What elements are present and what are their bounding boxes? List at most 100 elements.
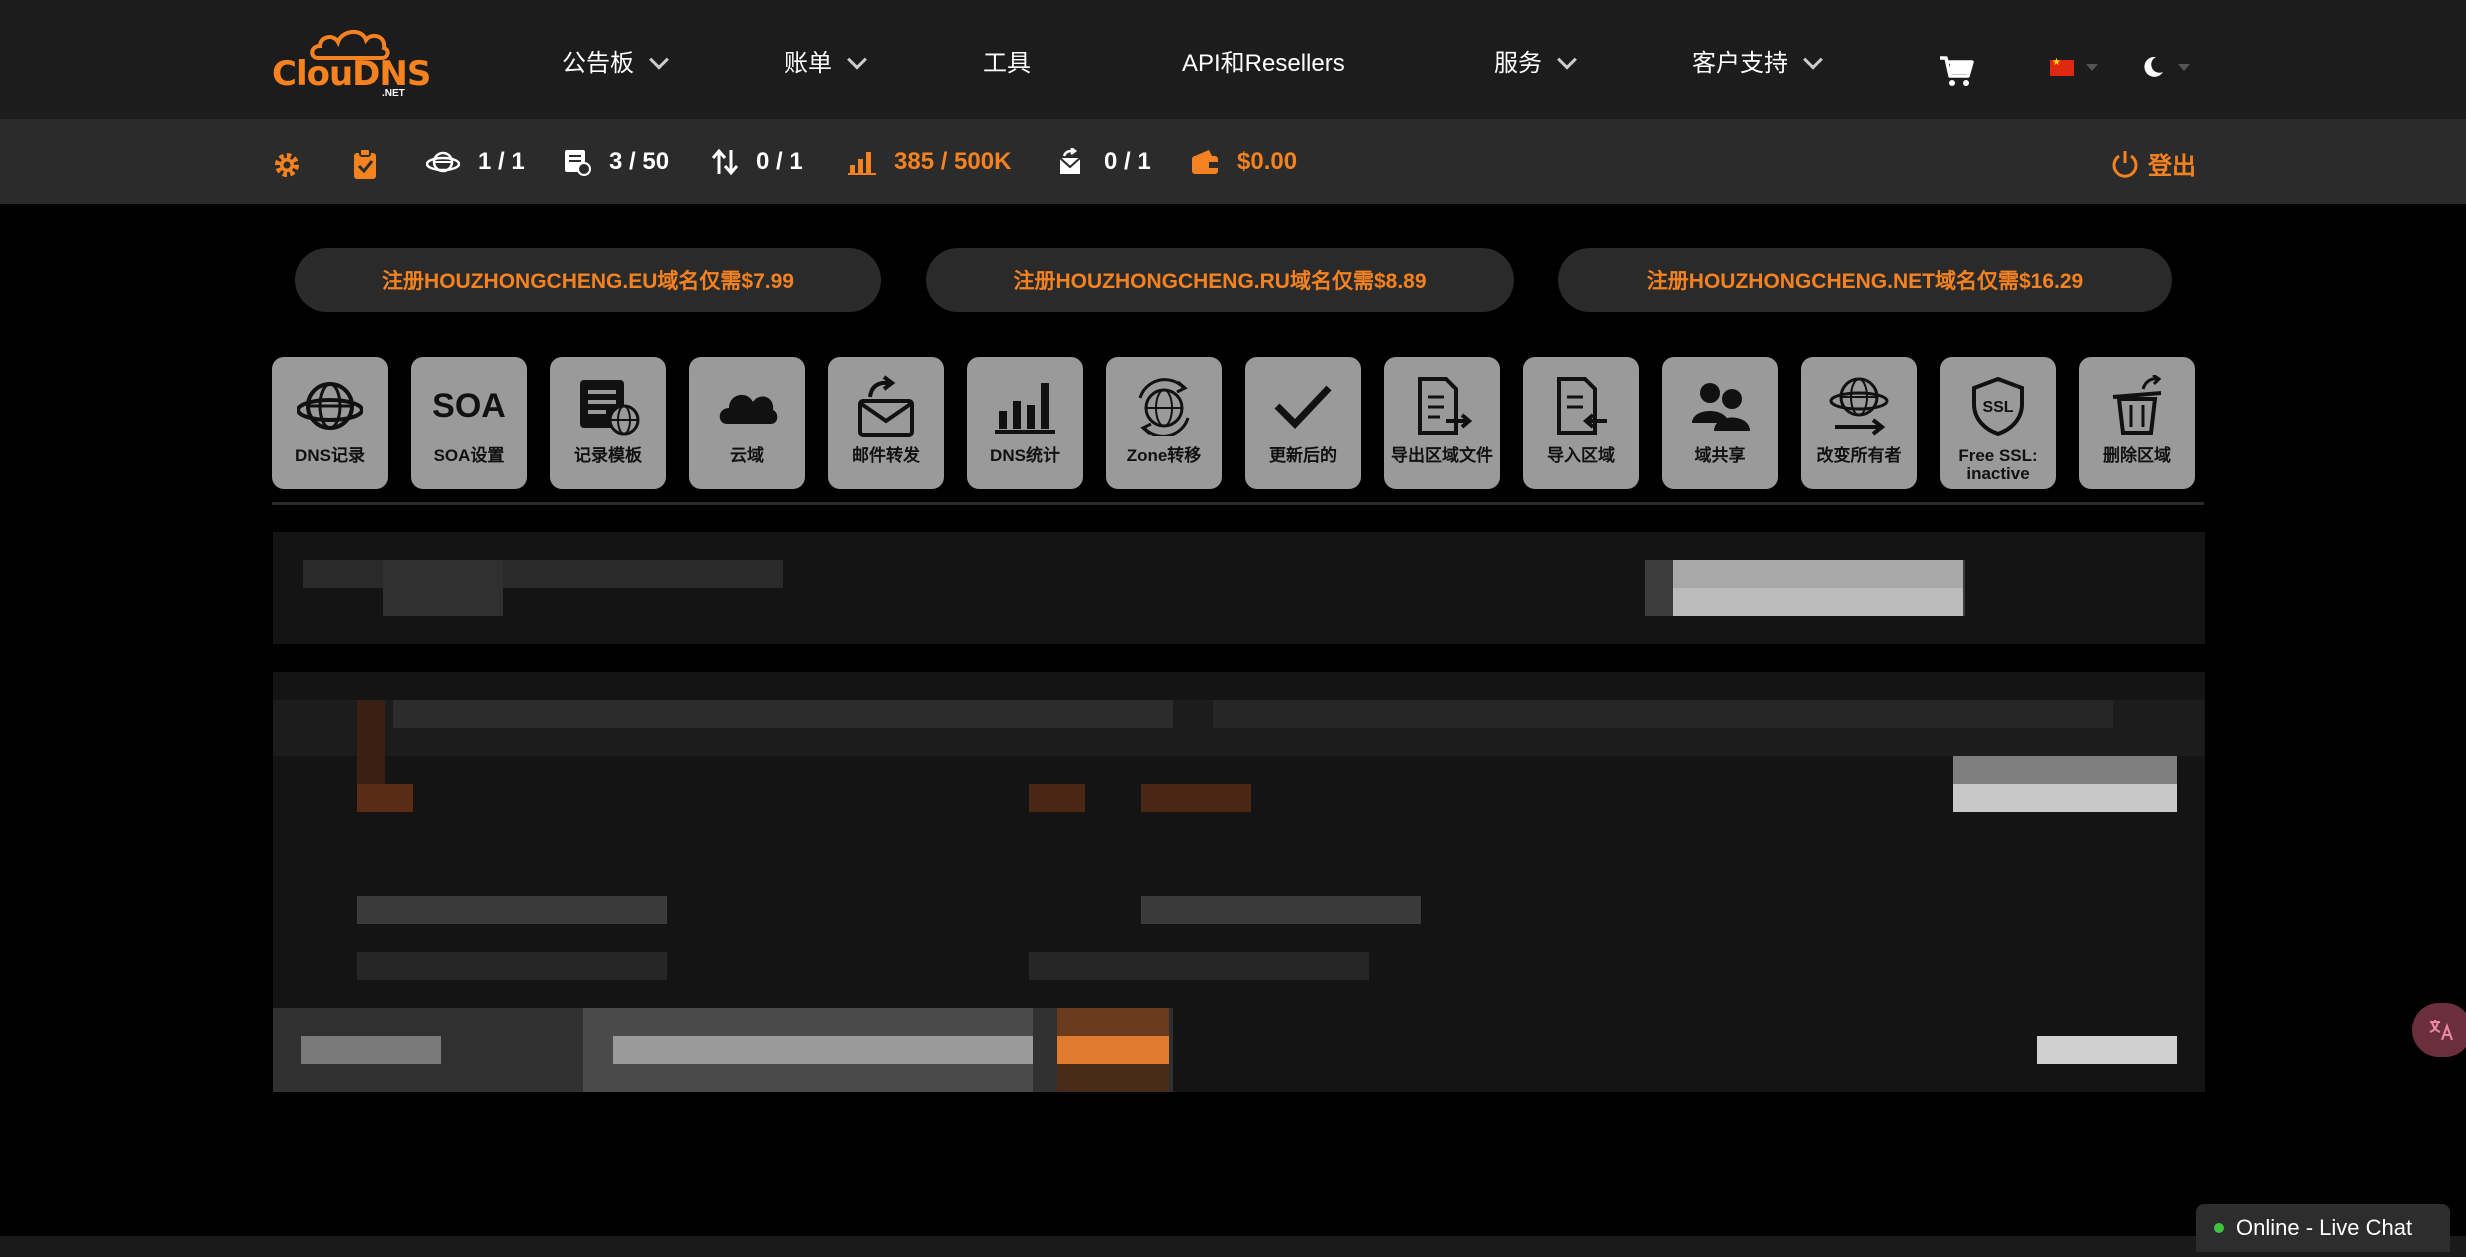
- bar-chart-icon: [995, 383, 1055, 434]
- tool-domain-sharing[interactable]: 域共享: [1662, 357, 1778, 489]
- tool-import-zone[interactable]: 导入区域: [1523, 357, 1639, 489]
- nav-billing[interactable]: 账单: [784, 49, 867, 77]
- tool-label: 导入区域: [1547, 446, 1615, 465]
- logout-button[interactable]: 登出: [2110, 146, 2196, 181]
- live-chat-label: Online - Live Chat: [2236, 1215, 2413, 1240]
- globe-icon: [426, 151, 460, 173]
- balance-amount: $0.00: [1237, 148, 1298, 175]
- tool-label: 改变所有者: [1816, 446, 1902, 465]
- tool-delete-zone[interactable]: 删除区域: [2079, 357, 2195, 489]
- chevron-down-icon: [1557, 49, 1577, 70]
- records-icon: [565, 150, 591, 176]
- chevron-down-icon: [649, 49, 669, 70]
- tool-label: 域共享: [1694, 446, 1746, 465]
- tool-export-zone-file[interactable]: 导出区域文件: [1384, 357, 1500, 489]
- promo-ru-domain[interactable]: 注册HOUZHONGCHENG.RU域名仅需$8.89: [926, 248, 1514, 312]
- power-icon: [2112, 150, 2138, 178]
- mail-forward-icon: [1059, 148, 1081, 174]
- records-count: 3 / 50: [609, 148, 670, 175]
- china-flag-icon[interactable]: [2050, 57, 2074, 76]
- trash-icon: [2112, 375, 2162, 435]
- chevron-down-icon[interactable]: [2086, 64, 2098, 71]
- tool-mail-forwarding[interactable]: 邮件转发: [828, 357, 944, 489]
- template-icon: [580, 380, 640, 436]
- tool-label: DNS记录: [295, 446, 365, 465]
- tool-cloud-domain[interactable]: 云域: [689, 357, 805, 489]
- tool-dns-statistics[interactable]: DNS统计: [967, 357, 1083, 489]
- logo-wordmark: ClouDNS: [272, 54, 431, 94]
- bottom-scrollbar[interactable]: [0, 1236, 2466, 1257]
- translate-button[interactable]: [2412, 1003, 2466, 1057]
- tool-change-owner[interactable]: 改变所有者: [1801, 357, 1917, 489]
- tool-label: 邮件转发: [852, 446, 920, 465]
- live-chat-button[interactable]: Online - Live Chat: [2196, 1204, 2450, 1252]
- tool-label: 记录模板: [574, 446, 642, 465]
- change-owner-icon: [1829, 377, 1889, 436]
- translate-icon: [2429, 1020, 2453, 1041]
- nav-api-resellers[interactable]: API和Resellers: [1182, 52, 1345, 76]
- tool-label: 云域: [730, 446, 764, 465]
- nav-label: 账单: [784, 50, 832, 77]
- bar-chart-icon: [848, 152, 876, 175]
- clipboard-check-icon[interactable]: [352, 148, 378, 180]
- tool-zone-transfer[interactable]: Zone转移: [1106, 357, 1222, 489]
- tool-dns-records[interactable]: DNS记录: [272, 357, 388, 489]
- zone-records-table: [273, 672, 2205, 1092]
- globe-transfer-icon: [1138, 378, 1190, 436]
- nav-label: 客户支持: [1692, 50, 1788, 77]
- tool-label: Zone转移: [1126, 446, 1202, 465]
- soa-text-icon: SOA: [432, 386, 506, 425]
- gear-icon[interactable]: [272, 150, 302, 180]
- mail-forward-icon: [858, 375, 914, 437]
- tool-label: 删除区域: [2103, 446, 2171, 465]
- import-file-icon: [1557, 377, 1607, 435]
- nav-label: 工具: [983, 50, 1031, 77]
- ssl-shield-icon: SSL: [1972, 376, 2024, 436]
- nav-label: 公告板: [562, 50, 634, 77]
- nav-label: API和Resellers: [1182, 50, 1345, 77]
- chevron-down-icon: [1803, 49, 1823, 70]
- transfers-count: 0 / 1: [756, 148, 803, 175]
- queries-count: 385 / 500K: [894, 148, 1012, 175]
- tools-divider: [272, 502, 2204, 505]
- nav-label: 服务: [1494, 50, 1542, 77]
- chevron-down-icon: [847, 49, 867, 70]
- tool-label: DNS统计: [990, 446, 1060, 465]
- stat-zones: 1 / 1: [426, 148, 525, 176]
- tool-updated[interactable]: 更新后的: [1245, 357, 1361, 489]
- chevron-down-icon[interactable]: [2178, 64, 2190, 71]
- transfer-arrows-icon: [712, 148, 738, 176]
- checkmark-icon: [1274, 385, 1332, 430]
- moon-icon[interactable]: [2140, 54, 2166, 80]
- stat-records: 3 / 50: [563, 148, 669, 176]
- zone-header-panel: [273, 532, 2205, 644]
- users-icon: [1692, 383, 1750, 431]
- tool-label: 更新后的: [1269, 446, 1337, 465]
- tool-free-ssl[interactable]: SSL Free SSL: inactive: [1940, 357, 2056, 489]
- ssl-text: SSL: [1982, 399, 2013, 416]
- zones-count: 1 / 1: [478, 148, 525, 175]
- mail-forwards-count: 0 / 1: [1104, 148, 1151, 175]
- promo-eu-domain[interactable]: 注册HOUZHONGCHENG.EU域名仅需$7.99: [295, 248, 881, 312]
- tool-label: SOA设置: [433, 446, 505, 465]
- globe-icon: [297, 382, 363, 430]
- online-status-dot: [2214, 1223, 2224, 1233]
- logo-suffix: .NET: [382, 88, 405, 99]
- cloudns-logo[interactable]: ClouDNS .NET: [270, 28, 431, 99]
- cart-icon[interactable]: [1938, 52, 1974, 88]
- nav-support[interactable]: 客户支持: [1692, 49, 1823, 77]
- cloud-icon: [719, 394, 778, 424]
- tool-record-templates[interactable]: 记录模板: [550, 357, 666, 489]
- nav-services[interactable]: 服务: [1494, 49, 1577, 77]
- tool-label: 导出区域文件: [1391, 446, 1493, 465]
- stat-queries: 385 / 500K: [848, 148, 1011, 176]
- stat-transfers: 0 / 1: [712, 148, 803, 176]
- nav-bulletin-board[interactable]: 公告板: [562, 49, 669, 77]
- wallet-icon: [1192, 150, 1218, 174]
- tool-soa-settings[interactable]: SOA SOA设置: [411, 357, 527, 489]
- promo-net-domain[interactable]: 注册HOUZHONGCHENG.NET域名仅需$16.29: [1558, 248, 2172, 312]
- stat-mail-forwards: 0 / 1: [1056, 148, 1151, 176]
- stat-balance: $0.00: [1191, 148, 1297, 176]
- logout-label: 登出: [2148, 153, 2196, 180]
- nav-tools[interactable]: 工具: [983, 52, 1031, 76]
